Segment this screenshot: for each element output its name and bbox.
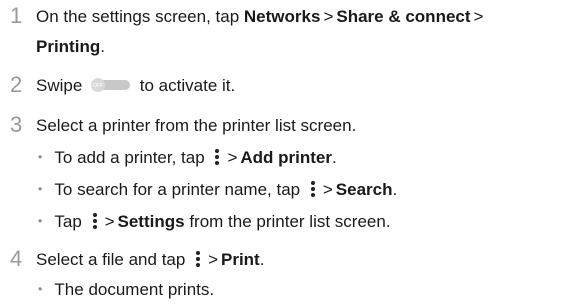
bullet: •: [38, 214, 43, 228]
step-1-line-1: On the settings screen, tap Networks > Sha…: [36, 7, 484, 26]
toggle-off-icon: OFF: [90, 75, 132, 92]
step-number: 4: [10, 246, 23, 271]
bullet: •: [38, 150, 43, 164]
more-vertical-icon: [193, 250, 203, 268]
step-number: 1: [10, 3, 23, 28]
list-item: • To add a printer, tap > Add printer.: [38, 145, 337, 170]
more-vertical-icon: [212, 148, 222, 166]
more-vertical-icon: [308, 180, 318, 198]
list-item: • Tap > Settings from the printer list sc…: [38, 209, 391, 234]
bullet: •: [38, 282, 43, 296]
list-item: • The document prints.: [38, 277, 214, 302]
more-vertical-icon: [90, 212, 100, 230]
bullet: •: [38, 182, 43, 196]
step-number: 3: [10, 112, 23, 137]
instruction-document: 1 On the settings screen, tap Networks > S…: [0, 0, 587, 304]
svg-text:OFF: OFF: [93, 83, 103, 89]
step-4-line: Select a file and tap > Print.: [36, 250, 265, 269]
list-item: • To search for a printer name, tap > Sea…: [38, 177, 397, 202]
step-1-line-2: Printing.: [36, 37, 105, 56]
step-3-line: Select a printer from the printer list s…: [36, 116, 357, 135]
step-number: 2: [10, 72, 23, 97]
step-2-line: Swipe OFF to activate it.: [36, 75, 236, 95]
